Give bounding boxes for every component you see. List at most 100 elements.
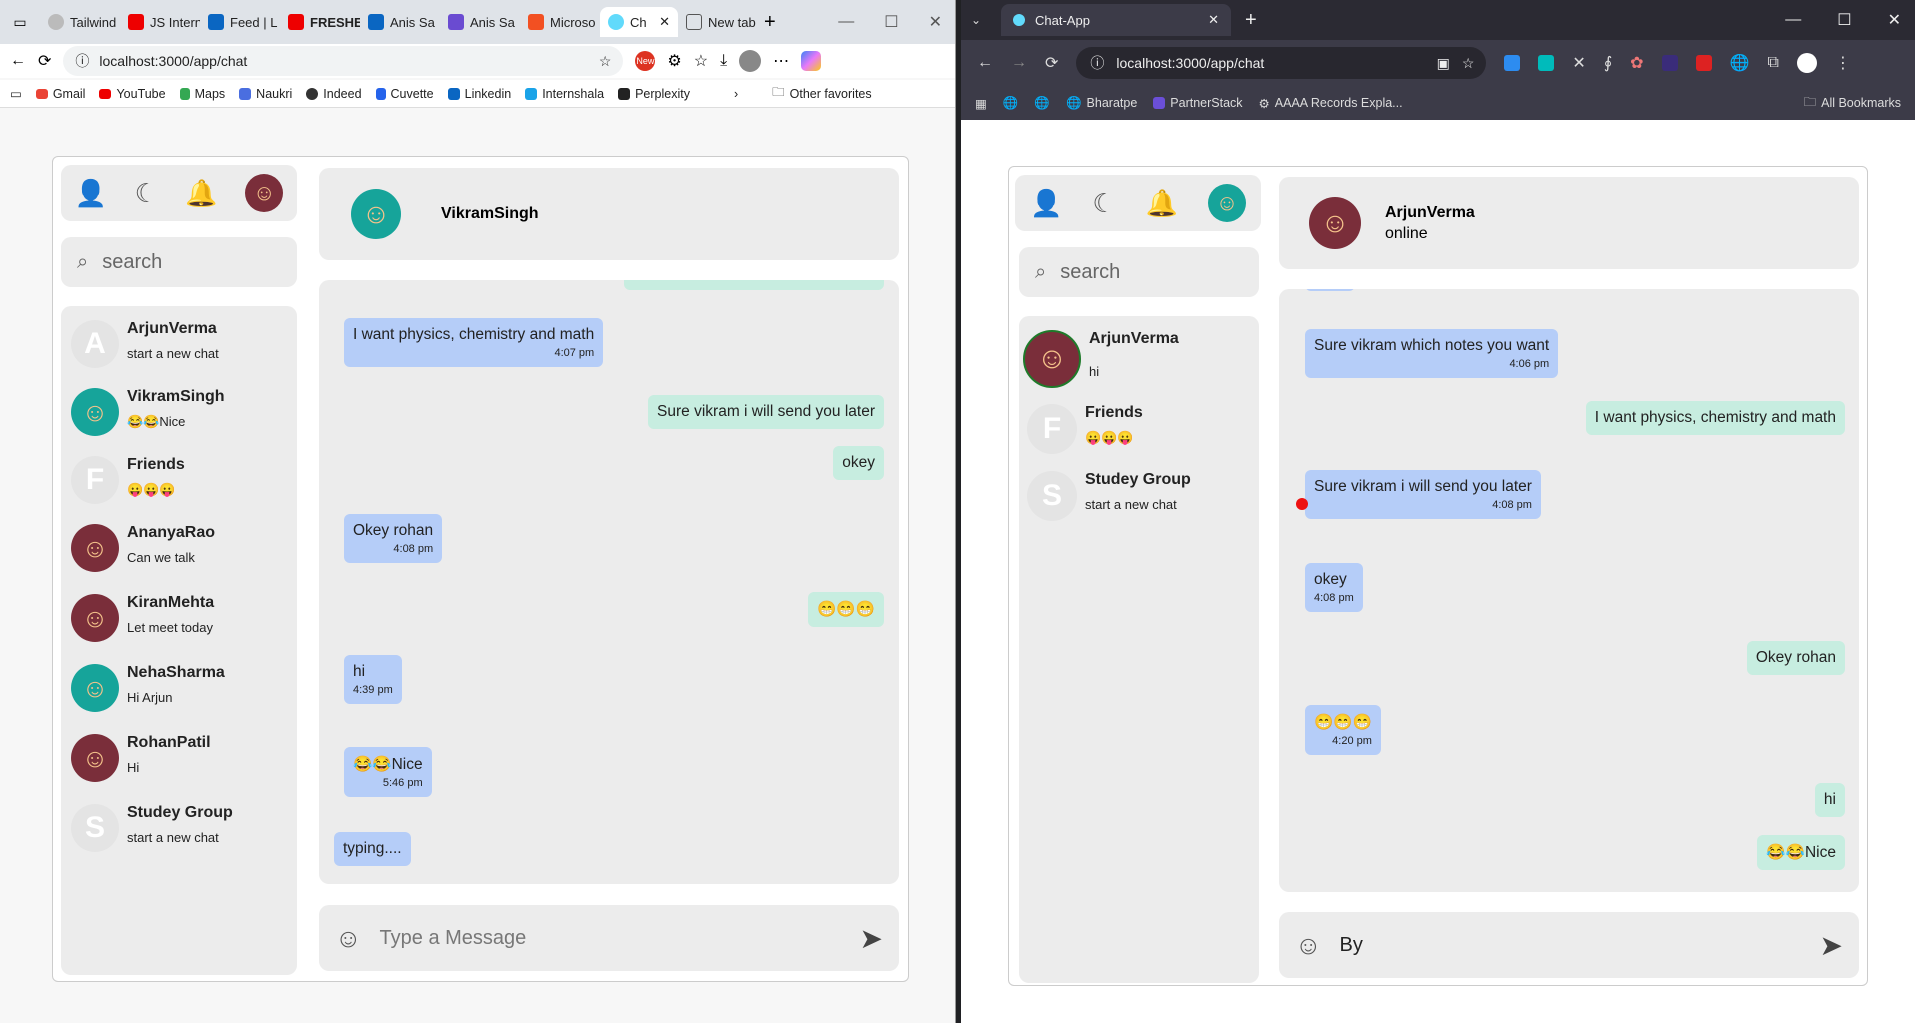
bookmark-linkedin[interactable]: Linkedin — [447, 87, 511, 101]
favorites-icon[interactable]: ☆ — [694, 51, 708, 71]
extension-icon[interactable] — [1504, 55, 1521, 71]
tab-chat-active[interactable]: Ch ✕ — [600, 7, 678, 37]
globe-icon[interactable]: 🌐 — [1003, 96, 1019, 111]
refresh-icon[interactable]: ⟳ — [1045, 53, 1058, 73]
list-item[interactable]: S Studey Group start a new chat — [1027, 471, 1191, 521]
list-item[interactable]: ☺ KiranMehta Let meet today — [71, 594, 214, 642]
tab-tailwind[interactable]: Tailwind — [40, 7, 120, 37]
bookmark-perplexity[interactable]: Perplexity — [618, 87, 690, 101]
apps-grid-icon[interactable]: ▦ — [975, 96, 987, 111]
moon-icon[interactable]: ☾ — [1092, 190, 1115, 216]
puzzle-icon[interactable]: ⚙ — [667, 51, 681, 71]
close-tab-icon[interactable]: ✕ — [1208, 12, 1219, 28]
maximize-icon[interactable]: ☐ — [884, 12, 898, 32]
new-tab-button[interactable]: + — [764, 11, 776, 34]
list-item[interactable]: ☺ NehaSharma Hi Arjun — [71, 664, 225, 712]
url-field[interactable]: ⓘ localhost:3000/app/chat ☆ — [63, 46, 624, 76]
send-icon[interactable]: ➤ — [1820, 929, 1843, 962]
search-box[interactable]: ⌕ search — [61, 237, 297, 287]
url-field[interactable]: ⓘ localhost:3000/app/chat ▣ ☆ — [1076, 47, 1487, 79]
bookmark-cuvette[interactable]: Cuvette — [375, 87, 434, 101]
list-item[interactable]: ☺ VikramSingh 😂😂Nice — [71, 388, 225, 436]
close-tab-icon[interactable]: ✕ — [659, 14, 670, 30]
new-tab-button[interactable]: + — [1245, 9, 1257, 32]
tab-anis-2[interactable]: Anis Sa — [440, 7, 520, 37]
message-input[interactable]: By — [1340, 934, 1802, 957]
more-icon[interactable]: ⋯ — [773, 51, 789, 71]
extension-icon[interactable] — [1661, 55, 1678, 71]
tab-new[interactable]: New tab — [678, 7, 758, 37]
globe-icon[interactable]: 🌐 — [1730, 53, 1750, 73]
search-input[interactable]: search — [1060, 261, 1120, 284]
globe-icon[interactable]: 🌐 — [1034, 96, 1050, 111]
bookmark-internshala[interactable]: Internshala — [525, 87, 604, 101]
bookmark-naukri[interactable]: Naukri — [239, 87, 292, 101]
forward-icon[interactable]: → — [1011, 54, 1027, 72]
tab-search-icon[interactable]: ⌄ — [971, 13, 981, 27]
message-input[interactable]: Type a Message — [380, 927, 842, 950]
close-window-icon[interactable]: ✕ — [929, 12, 942, 32]
extension-icon[interactable] — [1695, 55, 1712, 71]
list-item[interactable]: S Studey Group start a new chat — [71, 804, 233, 852]
bell-icon[interactable]: 🔔 — [185, 180, 217, 206]
avatar[interactable]: ☺ — [245, 174, 284, 212]
list-item[interactable]: ☺ AnanyaRao Can we talk — [71, 524, 215, 572]
send-icon[interactable]: ➤ — [860, 922, 883, 955]
back-icon[interactable]: ← — [977, 54, 993, 72]
add-user-icon[interactable]: 👤 — [1030, 190, 1062, 216]
copilot-icon[interactable] — [801, 51, 822, 71]
chevron-right-icon[interactable]: › — [734, 87, 738, 101]
close-window-icon[interactable]: ✕ — [1888, 10, 1901, 30]
refresh-icon[interactable]: ⟳ — [38, 51, 51, 71]
search-box[interactable]: ⌕ search — [1019, 247, 1259, 297]
search-input[interactable]: search — [102, 251, 162, 274]
all-bookmarks[interactable]: 🗀 All Bookmarks — [1804, 93, 1901, 114]
tab-freshe[interactable]: FRESHE — [280, 7, 360, 37]
minimize-icon[interactable]: — — [838, 13, 854, 31]
puzzle-icon[interactable]: ⧉ — [1767, 54, 1778, 72]
other-favorites[interactable]: 🗀 Other favorites — [772, 83, 872, 104]
profile-icon[interactable] — [1796, 53, 1817, 73]
cast-icon[interactable]: ▣ — [1437, 55, 1450, 72]
tab-chat-app[interactable]: Chat-App ✕ — [1001, 4, 1231, 36]
tab-microsoft[interactable]: Microso — [520, 7, 600, 37]
bookmark-bharatpe[interactable]: 🌐 Bharatpe — [1066, 96, 1137, 111]
emoji-icon[interactable]: ☺ — [335, 925, 362, 951]
tab-feed[interactable]: Feed | L — [200, 7, 280, 37]
list-item[interactable]: A ArjunVerma start a new chat — [71, 320, 219, 368]
extension-icon[interactable]: New — [635, 51, 656, 71]
bookmark-aaaa-records[interactable]: ⚙ AAAA Records Expla... — [1259, 96, 1403, 111]
bookmark-gmail[interactable]: Gmail — [35, 87, 85, 101]
emoji-icon[interactable]: ☺ — [1295, 932, 1322, 958]
bookmark-star-icon[interactable]: ☆ — [1462, 55, 1475, 72]
tab-actions-icon[interactable]: ▭ — [0, 14, 40, 31]
bookmark-maps[interactable]: Maps — [179, 87, 225, 101]
extension-icon[interactable]: ∮ — [1604, 53, 1612, 73]
bookmark-toggle-icon[interactable]: ▭ — [10, 86, 22, 101]
bookmark-youtube[interactable]: YouTube — [99, 87, 166, 101]
back-icon[interactable]: ← — [10, 52, 26, 70]
tab-anis-1[interactable]: Anis Sa — [360, 7, 440, 37]
list-item[interactable]: F Friends 😛😛😛 — [1027, 404, 1143, 454]
moon-icon[interactable]: ☾ — [135, 180, 158, 206]
avatar[interactable]: ☺ — [1309, 197, 1361, 249]
profile-icon[interactable] — [739, 50, 762, 72]
bookmark-indeed[interactable]: Indeed — [306, 87, 362, 101]
extension-icon[interactable] — [1538, 55, 1555, 71]
avatar[interactable]: ☺ — [1208, 184, 1246, 222]
maximize-icon[interactable]: ☐ — [1837, 10, 1851, 30]
list-item[interactable]: ☺ RohanPatil Hi — [71, 734, 211, 782]
tab-js-intern[interactable]: JS Intern — [120, 7, 200, 37]
add-user-icon[interactable]: 👤 — [75, 180, 107, 206]
more-icon[interactable]: ⋮ — [1835, 53, 1851, 73]
favorite-star-icon[interactable]: ☆ — [599, 53, 612, 70]
avatar[interactable]: ☺ — [351, 189, 401, 239]
extension-icon[interactable]: ✕ — [1572, 53, 1585, 73]
bell-icon[interactable]: 🔔 — [1146, 190, 1178, 216]
minimize-icon[interactable]: — — [1785, 11, 1801, 29]
list-item[interactable]: ☺ ArjunVerma hi — [1023, 330, 1179, 388]
list-item[interactable]: F Friends 😛😛😛 — [71, 456, 185, 504]
download-icon[interactable]: ⤓ — [720, 52, 727, 70]
extension-icon[interactable]: ✿ — [1630, 53, 1643, 73]
bookmark-partnerstack[interactable]: PartnerStack — [1153, 96, 1243, 110]
